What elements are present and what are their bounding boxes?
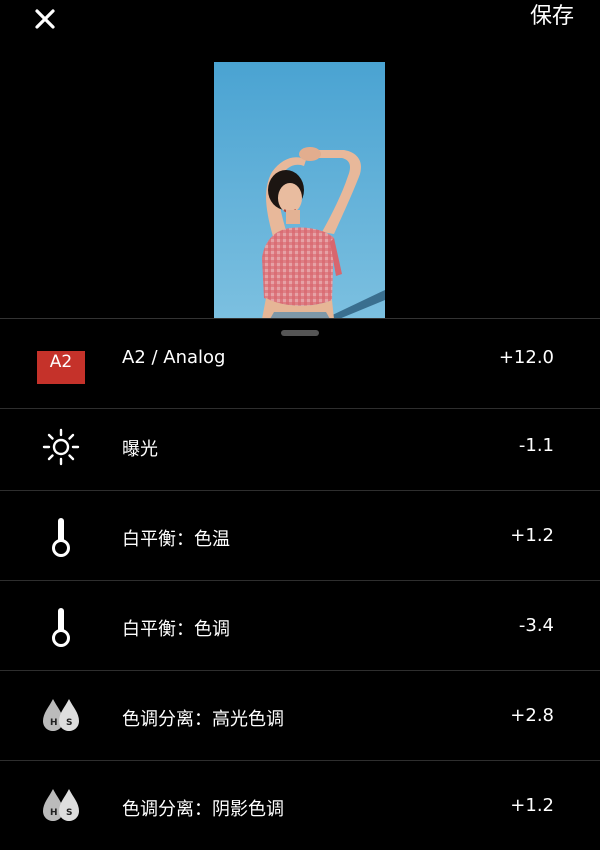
adjustment-label: 色调分离：阴影色调 — [122, 799, 284, 820]
adjustment-label: 色调分离：高光色调 — [122, 709, 284, 730]
preset-badge: A2 — [37, 350, 85, 384]
close-icon — [35, 9, 55, 29]
adjustment-row-wb-tint[interactable]: 白平衡：色调 -3.4 — [0, 581, 600, 671]
svg-text:H: H — [50, 718, 58, 728]
close-button[interactable] — [28, 2, 62, 36]
adjustment-row-split-highlights[interactable]: H S 色调分离：高光色调 +2.8 — [0, 671, 600, 761]
thermometer-icon — [36, 607, 86, 647]
adjustment-value: -3.4 — [518, 615, 554, 636]
save-button[interactable]: 保存 — [530, 2, 574, 32]
hs-drops-icon: H S — [36, 785, 86, 825]
svg-text:S: S — [66, 808, 72, 818]
adjustment-value: +2.8 — [510, 705, 554, 726]
svg-text:S: S — [66, 718, 72, 728]
adjustment-value: +12.0 — [498, 347, 554, 368]
adjustment-value: +1.2 — [510, 525, 554, 546]
adjustment-value: +1.2 — [510, 795, 554, 816]
adjustment-row-preset[interactable]: A2 A2 / Analog +12.0 — [0, 319, 600, 409]
svg-text:H: H — [50, 808, 58, 818]
sun-icon — [36, 427, 86, 467]
portrait-photo — [214, 62, 385, 319]
adjustments-panel: A2 A2 / Analog +12.0 曝光 -1.1 白平衡：色温 +1.2… — [0, 318, 600, 824]
preset-badge-icon: A2 — [36, 347, 86, 387]
adjustment-row-split-shadows[interactable]: H S 色调分离：阴影色调 +1.2 — [0, 761, 600, 850]
adjustment-row-exposure[interactable]: 曝光 -1.1 — [0, 401, 600, 491]
adjustment-label: A2 / Analog — [122, 347, 226, 368]
top-bar: 保存 — [0, 0, 600, 40]
thermometer-icon — [36, 517, 86, 557]
hs-drops-icon: H S — [36, 695, 86, 735]
adjustment-label: 白平衡：色温 — [122, 529, 230, 550]
adjustment-label: 曝光 — [122, 439, 158, 460]
adjustment-row-wb-temperature[interactable]: 白平衡：色温 +1.2 — [0, 491, 600, 581]
adjustment-value: -1.1 — [518, 435, 554, 456]
photo-preview[interactable] — [214, 62, 385, 319]
adjustment-label: 白平衡：色调 — [122, 619, 230, 640]
